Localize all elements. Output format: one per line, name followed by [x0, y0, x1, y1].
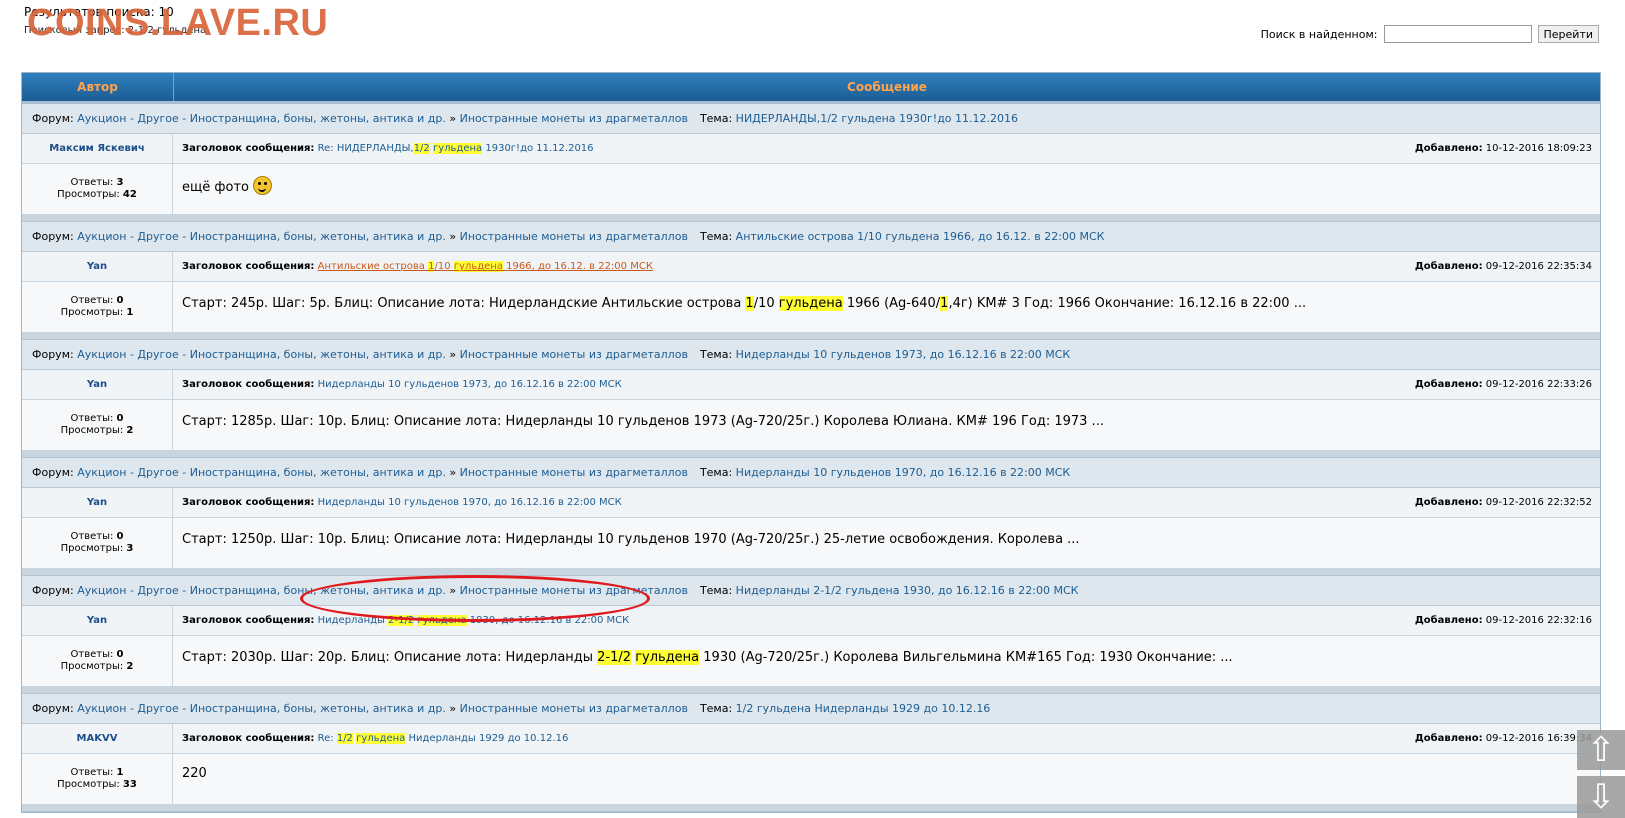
results-table: Автор Сообщение Форум: Аукцион - Другое … [21, 72, 1601, 813]
separator [22, 333, 1600, 340]
subject-row: Yan Заголовок сообщения: Нидерланды 10 г… [22, 370, 1600, 400]
replies-count: 0 [116, 649, 124, 660]
topic-link[interactable]: Антильские острова 1/10 гульдена 1966, д… [736, 230, 1105, 243]
separator [22, 215, 1600, 222]
subject-link[interactable]: Нидерланды 10 гульденов 1973, до 16.12.1… [318, 379, 622, 390]
replies-count: 0 [116, 413, 124, 424]
subforum-link[interactable]: Иностранные монеты из драгметаллов [460, 466, 688, 479]
subject-row: Yan Заголовок сообщения: Нидерланды 10 г… [22, 488, 1600, 518]
replies-count: 0 [116, 531, 124, 542]
post-text: Старт: 2030р. Шаг: 20р. Блиц: Описание л… [182, 650, 1233, 665]
author-link[interactable]: Yan [87, 615, 107, 626]
subject-link[interactable]: Нидерланды 10 гульденов 1970, до 16.12.1… [318, 497, 622, 508]
search-in-results: Поиск в найденном: Перейти [1261, 25, 1599, 43]
subject-row: Yan Заголовок сообщения: Антильские остр… [22, 252, 1600, 282]
body-row: Ответы: 0 Просмотры: 2 Старт: 1285р. Шаг… [22, 400, 1600, 451]
topic-link[interactable]: Нидерланды 10 гульденов 1970, до 16.12.1… [736, 466, 1071, 479]
post-text: Старт: 1250р. Шаг: 10р. Блиц: Описание л… [182, 532, 1080, 547]
topic-link[interactable]: Нидерланды 10 гульденов 1973, до 16.12.1… [736, 348, 1071, 361]
subforum-link[interactable]: Иностранные монеты из драгметаллов [460, 230, 688, 243]
topic-link[interactable]: НИДЕРЛАНДЫ,1/2 гульдена 1930г!до 11.12.2… [736, 112, 1018, 125]
forum-row: Форум: Аукцион - Другое - Иностранщина, … [22, 104, 1600, 134]
post-text: 220 [182, 766, 207, 781]
post-date: 09-12-2016 22:32:16 [1485, 615, 1592, 626]
go-button[interactable]: Перейти [1537, 25, 1599, 43]
author-link[interactable]: MAKVV [77, 733, 118, 744]
replies-count: 3 [116, 177, 124, 188]
smiley-icon [252, 176, 272, 195]
subforum-link[interactable]: Иностранные монеты из драгметаллов [460, 702, 688, 715]
post-date: 09-12-2016 22:32:52 [1485, 497, 1592, 508]
replies-count: 0 [116, 295, 124, 306]
views-count: 42 [122, 189, 137, 200]
forum-link[interactable]: Аукцион - Другое - Иностранщина, боны, ж… [77, 702, 446, 715]
forum-link[interactable]: Аукцион - Другое - Иностранщина, боны, ж… [77, 230, 446, 243]
author-column-header: Автор [22, 73, 174, 101]
author-link[interactable]: Yan [87, 379, 107, 390]
author-link[interactable]: Максим Яскевич [49, 143, 144, 154]
forum-row: Форум: Аукцион - Другое - Иностранщина, … [22, 458, 1600, 488]
subject-link[interactable]: Re: 1/2 гульдена Нидерланды 1929 до 10.1… [318, 733, 568, 744]
body-row: Ответы: 0 Просмотры: 2 Старт: 2030р. Шаг… [22, 636, 1600, 687]
subforum-link[interactable]: Иностранные монеты из драгметаллов [460, 112, 688, 125]
author-link[interactable]: Yan [87, 497, 107, 508]
topic-link[interactable]: Нидерланды 2-1/2 гульдена 1930, до 16.12… [736, 584, 1079, 597]
forum-link[interactable]: Аукцион - Другое - Иностранщина, боны, ж… [77, 466, 446, 479]
subject-row: MAKVV Заголовок сообщения: Re: 1/2 гульд… [22, 724, 1600, 754]
scroll-up-icon[interactable]: ⇧ [1577, 730, 1625, 770]
post-text: ещё фото [182, 180, 249, 195]
views-count: 3 [126, 543, 134, 554]
separator [22, 687, 1600, 694]
separator [22, 569, 1600, 576]
forum-link[interactable]: Аукцион - Другое - Иностранщина, боны, ж… [77, 348, 446, 361]
forum-row: Форум: Аукцион - Другое - Иностранщина, … [22, 222, 1600, 252]
views-count: 2 [126, 425, 134, 436]
author-link[interactable]: Yan [87, 261, 107, 272]
body-row: Ответы: 3 Просмотры: 42 ещё фото [22, 164, 1600, 215]
body-row: Ответы: 0 Просмотры: 3 Старт: 1250р. Шаг… [22, 518, 1600, 569]
search-label: Поиск в найденном: [1260, 27, 1378, 41]
forum-row: Форум: Аукцион - Другое - Иностранщина, … [22, 694, 1600, 724]
post-date: 10-12-2016 18:09:23 [1485, 143, 1592, 154]
views-count: 1 [126, 307, 134, 318]
post-text: Старт: 245р. Шаг: 5р. Блиц: Описание лот… [182, 296, 1307, 311]
views-count: 2 [126, 661, 134, 672]
separator [22, 805, 1600, 812]
message-column-header: Сообщение [847, 80, 927, 94]
search-input[interactable] [1383, 25, 1532, 43]
forum-row: Форум: Аукцион - Другое - Иностранщина, … [22, 576, 1600, 606]
watermark-logo: COINS.LAVE.RU [27, 2, 329, 44]
post-text: Старт: 1285р. Шаг: 10р. Блиц: Описание л… [182, 414, 1104, 429]
subject-row: Yan Заголовок сообщения: Нидерланды 2-1/… [22, 606, 1600, 636]
subject-row: Максим Яскевич Заголовок сообщения: Re: … [22, 134, 1600, 164]
subforum-link[interactable]: Иностранные монеты из драгметаллов [460, 348, 688, 361]
topic-link[interactable]: 1/2 гульдена Нидерланды 1929 до 10.12.16 [736, 702, 991, 715]
red-circle-annotation [300, 575, 650, 622]
body-row: Ответы: 1 Просмотры: 33 220 [22, 754, 1600, 805]
body-row: Ответы: 0 Просмотры: 1 Старт: 245р. Шаг:… [22, 282, 1600, 333]
post-date: 09-12-2016 22:35:34 [1485, 261, 1592, 272]
replies-count: 1 [116, 767, 124, 778]
post-date: 09-12-2016 22:33:26 [1485, 379, 1592, 390]
forum-link[interactable]: Аукцион - Другое - Иностранщина, боны, ж… [77, 112, 446, 125]
forum-row: Форум: Аукцион - Другое - Иностранщина, … [22, 340, 1600, 370]
scroll-down-icon[interactable]: ⇩ [1577, 776, 1625, 818]
table-header: Автор Сообщение [22, 73, 1600, 104]
separator [22, 451, 1600, 458]
subject-link[interactable]: Антильские острова 1/10 гульдена 1966, д… [318, 261, 653, 272]
subject-link[interactable]: Re: НИДЕРЛАНДЫ,1/2 гульдена 1930г!до 11.… [318, 143, 594, 154]
views-count: 33 [122, 779, 137, 790]
